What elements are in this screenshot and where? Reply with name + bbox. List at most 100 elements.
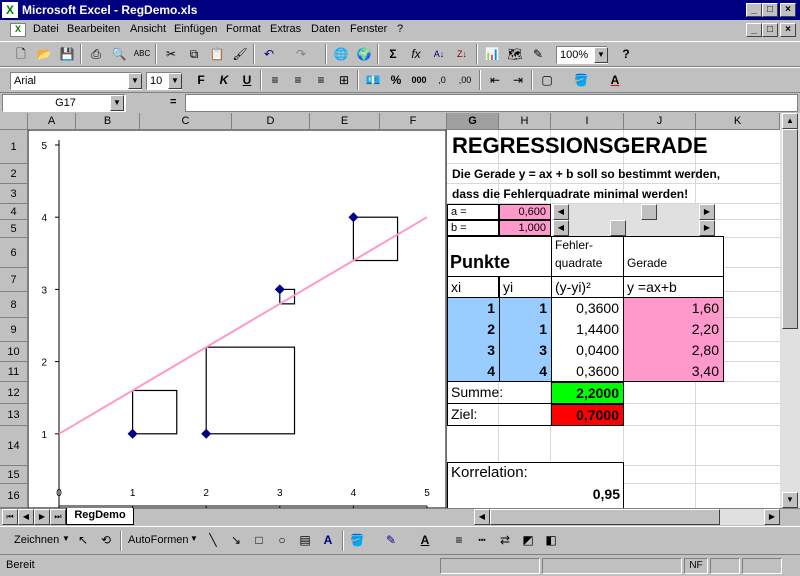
select-objects-icon[interactable]: ↖ bbox=[72, 529, 94, 551]
print-preview-icon[interactable]: 🔍 bbox=[108, 43, 130, 65]
close-button[interactable]: × bbox=[780, 3, 796, 17]
regression-chart[interactable]: 0 1 2 3 4 5 1 2 3 4 5 bbox=[28, 130, 448, 508]
format-painter-icon[interactable]: 🖌 bbox=[229, 43, 251, 65]
menu-ansicht[interactable]: Ansicht bbox=[130, 23, 166, 35]
sort-descending-icon[interactable]: Z↓ bbox=[451, 43, 473, 65]
align-right-icon[interactable]: ≡ bbox=[310, 69, 332, 91]
menu-datei[interactable]: Datei bbox=[33, 23, 59, 35]
row-header-5[interactable]: 5 bbox=[0, 220, 28, 238]
decrease-decimal-button[interactable]: ,00 bbox=[454, 69, 476, 91]
b-slider-thumb[interactable] bbox=[610, 220, 626, 236]
help-icon[interactable]: ? bbox=[615, 43, 637, 65]
merge-center-icon[interactable]: ⊞ bbox=[333, 69, 355, 91]
dash-style-icon[interactable]: ┅ bbox=[471, 529, 493, 551]
equals-button[interactable]: = bbox=[170, 96, 176, 108]
free-rotate-icon[interactable]: ⟲ bbox=[95, 529, 117, 551]
row-header-4[interactable]: 4 bbox=[0, 204, 28, 220]
indent-icon[interactable]: ⇥ bbox=[507, 69, 529, 91]
horizontal-scroll-thumb[interactable] bbox=[490, 509, 720, 525]
percent-button[interactable]: % bbox=[385, 69, 407, 91]
doc-restore-button[interactable]: □ bbox=[762, 23, 778, 37]
draw-font-color-icon[interactable]: A bbox=[414, 529, 436, 551]
name-box-dropdown-icon[interactable]: ▼ bbox=[110, 95, 124, 111]
wordart-icon[interactable]: A bbox=[317, 529, 339, 551]
vertical-scrollbar[interactable]: ▲ ▼ bbox=[780, 113, 800, 508]
a-value[interactable]: 0,600 bbox=[499, 204, 551, 220]
column-header-e[interactable]: E bbox=[310, 113, 380, 130]
column-header-b[interactable]: B bbox=[76, 113, 140, 130]
tab-regdemo[interactable]: RegDemo bbox=[66, 508, 134, 525]
column-header-k[interactable]: K bbox=[696, 113, 780, 130]
next-sheet-icon[interactable]: ▶ bbox=[34, 509, 50, 525]
zeichnen-menu[interactable]: Zeichnen bbox=[14, 534, 59, 546]
formula-input[interactable] bbox=[185, 94, 798, 112]
chart-wizard-icon[interactable]: 📊 bbox=[481, 43, 503, 65]
web-toolbar-icon[interactable]: 🌍 bbox=[353, 43, 375, 65]
spellcheck-icon[interactable]: ABC bbox=[131, 43, 153, 65]
prev-sheet-icon[interactable]: ◀ bbox=[18, 509, 34, 525]
row-header-6[interactable]: 6 bbox=[0, 238, 28, 268]
align-center-icon[interactable]: ≡ bbox=[287, 69, 309, 91]
scroll-up-icon[interactable]: ▲ bbox=[782, 113, 798, 129]
column-header-g[interactable]: G bbox=[447, 113, 499, 130]
autoformen-menu[interactable]: AutoFormen bbox=[128, 534, 189, 546]
row-header-13[interactable]: 13 bbox=[0, 404, 28, 426]
textbox-tool-icon[interactable]: ▤ bbox=[294, 529, 316, 551]
a-slider-thumb[interactable] bbox=[641, 204, 657, 220]
function-icon[interactable]: fx bbox=[405, 43, 427, 65]
underline-button[interactable]: U bbox=[236, 69, 258, 91]
save-icon[interactable]: 💾 bbox=[56, 43, 78, 65]
b-slider-left-icon[interactable]: ◀ bbox=[553, 220, 569, 236]
outdent-icon[interactable]: ⇤ bbox=[484, 69, 506, 91]
borders-icon[interactable]: ▢ bbox=[536, 69, 558, 91]
menu-extras[interactable]: Extras bbox=[270, 23, 301, 35]
menu-fenster[interactable]: Fenster bbox=[350, 23, 387, 35]
row-header-8[interactable]: 8 bbox=[0, 292, 28, 318]
a-slider-right-icon[interactable]: ▶ bbox=[699, 204, 715, 220]
align-left-icon[interactable]: ≡ bbox=[264, 69, 286, 91]
worksheet-grid[interactable]: 01234512345 REGRESSIONSGERADE Die Gerade… bbox=[28, 130, 780, 508]
row-header-2[interactable]: 2 bbox=[0, 164, 28, 184]
scroll-right-icon[interactable]: ▶ bbox=[764, 509, 780, 525]
first-sheet-icon[interactable]: ⏮ bbox=[2, 509, 18, 525]
a-slider[interactable]: ◀ ▶ bbox=[553, 204, 715, 220]
arrow-tool-icon[interactable]: ↘ bbox=[225, 529, 247, 551]
arrow-style-icon[interactable]: ⇄ bbox=[494, 529, 516, 551]
currency-icon[interactable]: 💶 bbox=[362, 69, 384, 91]
sort-ascending-icon[interactable]: A↓ bbox=[428, 43, 450, 65]
drawing-icon[interactable]: ✎ bbox=[527, 43, 549, 65]
column-header-c[interactable]: C bbox=[140, 113, 232, 130]
bold-button[interactable]: F bbox=[190, 69, 212, 91]
autoformen-dropdown-icon[interactable]: ▼ bbox=[190, 534, 198, 543]
b-slider-right-icon[interactable]: ▶ bbox=[699, 220, 715, 236]
line-style-icon[interactable]: ≡ bbox=[448, 529, 470, 551]
paste-icon[interactable]: 📋 bbox=[206, 43, 228, 65]
print-icon[interactable]: ⎙ bbox=[85, 43, 107, 65]
minimize-button[interactable]: _ bbox=[746, 3, 762, 17]
menu-format[interactable]: Format bbox=[226, 23, 261, 35]
excel-icon[interactable]: X bbox=[2, 2, 18, 18]
row-header-11[interactable]: 11 bbox=[0, 362, 28, 382]
shadow-icon[interactable]: ◩ bbox=[517, 529, 539, 551]
column-header-i[interactable]: I bbox=[551, 113, 624, 130]
menu-einfuegen[interactable]: Einfügen bbox=[174, 23, 217, 35]
new-file-icon[interactable]: 🗋 bbox=[10, 43, 32, 65]
redo-icon[interactable]: ↷ bbox=[290, 43, 312, 65]
row-header-7[interactable]: 7 bbox=[0, 268, 28, 292]
maximize-button[interactable]: □ bbox=[762, 3, 778, 17]
size-dropdown-icon[interactable]: ▼ bbox=[168, 73, 182, 89]
undo-icon[interactable]: ↶ bbox=[258, 43, 280, 65]
cut-icon[interactable]: ✂ bbox=[160, 43, 182, 65]
last-sheet-icon[interactable]: ⏭ bbox=[50, 509, 66, 525]
increase-decimal-button[interactable]: ,0 bbox=[431, 69, 453, 91]
menu-daten[interactable]: Daten bbox=[311, 23, 340, 35]
row-header-12[interactable]: 12 bbox=[0, 382, 28, 404]
zeichnen-dropdown-icon[interactable]: ▼ bbox=[62, 534, 70, 543]
menu-help[interactable]: ? bbox=[397, 23, 403, 35]
row-header-15[interactable]: 15 bbox=[0, 466, 28, 484]
row-header-14[interactable]: 14 bbox=[0, 426, 28, 466]
line-color-icon[interactable]: ✎ bbox=[380, 529, 402, 551]
font-color-icon[interactable]: A bbox=[604, 69, 626, 91]
font-select[interactable]: Arial bbox=[10, 72, 142, 90]
thousands-button[interactable]: 000 bbox=[408, 69, 430, 91]
